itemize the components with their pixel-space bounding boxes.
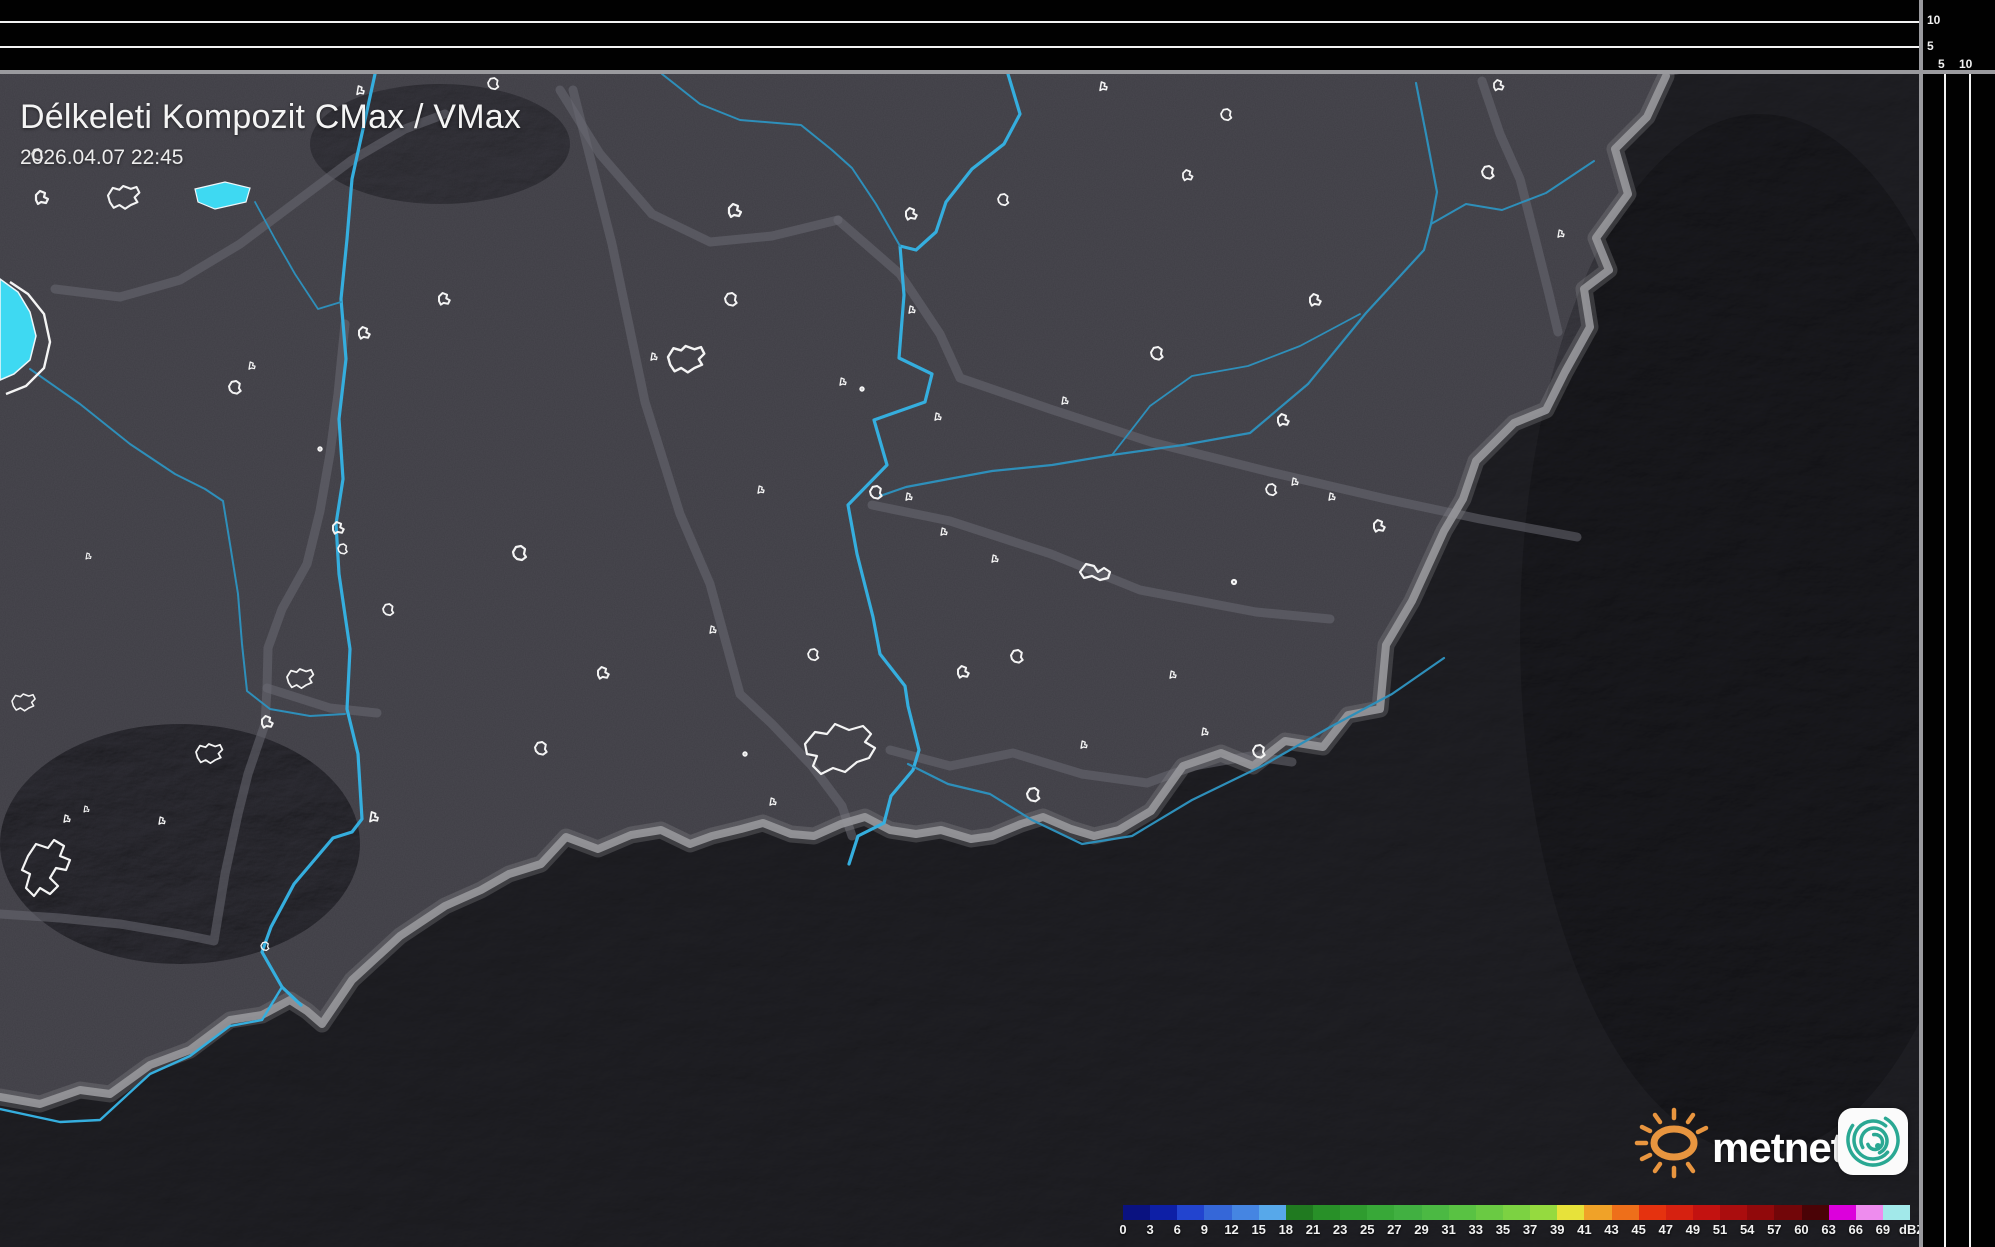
legend-tick-label: 54 <box>1740 1222 1754 1237</box>
legend-segment <box>1639 1205 1666 1220</box>
legend-segment <box>1286 1205 1313 1220</box>
product-title: Délkeleti Kompozit CMax / VMax <box>20 98 521 137</box>
metnet-sun-icon <box>1628 1096 1712 1182</box>
legend-segment <box>1829 1205 1856 1220</box>
legend-tick-label: 27 <box>1387 1222 1401 1237</box>
legend-tick-label: 6 <box>1174 1222 1181 1237</box>
legend-tick-label: 35 <box>1496 1222 1510 1237</box>
legend-segment <box>1313 1205 1340 1220</box>
legend-segment <box>1503 1205 1530 1220</box>
legend-tick-label: 41 <box>1577 1222 1591 1237</box>
base-map <box>0 74 1919 1247</box>
legend-tick-label: 0 <box>1119 1222 1126 1237</box>
legend-tick-label: 31 <box>1441 1222 1455 1237</box>
legend-tick-label: 25 <box>1360 1222 1374 1237</box>
legend-segment <box>1476 1205 1503 1220</box>
hungaromet-logo-badge <box>1838 1108 1908 1175</box>
radar-composite-viewer: 10 5 5 10 <box>0 0 1995 1247</box>
legend-tick-label: 51 <box>1713 1222 1727 1237</box>
legend-segment <box>1802 1205 1829 1220</box>
metnet-wordmark: metnet <box>1712 1124 1844 1172</box>
legend-tick-label: 45 <box>1631 1222 1645 1237</box>
right-axis-label-10: 10 <box>1959 58 1972 70</box>
top-panel-gridline-5km <box>0 46 1919 48</box>
legend-segment <box>1340 1205 1367 1220</box>
timestamp: 2026.04.07 22:45 <box>20 146 521 170</box>
top-panel-gridline-10km <box>0 21 1919 23</box>
legend-tick-label: 69 <box>1876 1222 1890 1237</box>
legend-segment <box>1367 1205 1394 1220</box>
legend-segment <box>1259 1205 1286 1220</box>
legend-tick-label: 47 <box>1659 1222 1673 1237</box>
legend-segment <box>1856 1205 1883 1220</box>
legend-segment <box>1666 1205 1693 1220</box>
legend-tick-label: 63 <box>1821 1222 1835 1237</box>
legend-labels: 0369121518212325272931333537394143454749… <box>1123 1222 1915 1238</box>
vmax-top-panel <box>0 0 1919 70</box>
legend-tick-label: 37 <box>1523 1222 1537 1237</box>
legend-tick-label: 49 <box>1686 1222 1700 1237</box>
side-panel-gridline-5km <box>1944 74 1946 1247</box>
legend-segment <box>1693 1205 1720 1220</box>
map-header: Délkeleti Kompozit CMax / VMax 2026.04.0… <box>20 98 521 170</box>
legend-segment <box>1557 1205 1584 1220</box>
right-axis-label-5: 5 <box>1938 58 1945 70</box>
panel-divider-vertical <box>1919 0 1923 1247</box>
legend-tick-label: 9 <box>1201 1222 1208 1237</box>
radar-map: Délkeleti Kompozit CMax / VMax 2026.04.0… <box>0 74 1919 1247</box>
legend-tick-label: 21 <box>1306 1222 1320 1237</box>
legend-tick-label: 18 <box>1279 1222 1293 1237</box>
legend-tick-label: 57 <box>1767 1222 1781 1237</box>
legend-segment <box>1774 1205 1801 1220</box>
legend-tick-label: 29 <box>1414 1222 1428 1237</box>
legend-segment <box>1150 1205 1177 1220</box>
legend-bar <box>1123 1205 1910 1220</box>
legend-tick-label: 39 <box>1550 1222 1564 1237</box>
legend-segment <box>1883 1205 1910 1220</box>
legend-tick-label: 43 <box>1604 1222 1618 1237</box>
legend-segment <box>1123 1205 1150 1220</box>
legend-tick-label: 12 <box>1224 1222 1238 1237</box>
legend-segment <box>1584 1205 1611 1220</box>
branding: metnet <box>1628 1096 1918 1186</box>
legend-segment <box>1612 1205 1639 1220</box>
legend-segment <box>1747 1205 1774 1220</box>
legend-tick-label: 23 <box>1333 1222 1347 1237</box>
legend-segment <box>1530 1205 1557 1220</box>
spiral-icon <box>1838 1108 1908 1175</box>
legend-segment <box>1177 1205 1204 1220</box>
legend-unit-label: dBZ <box>1899 1222 1919 1237</box>
legend-segment <box>1204 1205 1231 1220</box>
legend-tick-label: 15 <box>1251 1222 1265 1237</box>
southern-hills-texture <box>0 724 360 964</box>
legend-segment <box>1422 1205 1449 1220</box>
top-axis-label-5: 5 <box>1927 40 1934 52</box>
legend-segment <box>1720 1205 1747 1220</box>
legend-segment <box>1232 1205 1259 1220</box>
legend-segment <box>1394 1205 1421 1220</box>
legend-tick-label: 66 <box>1848 1222 1862 1237</box>
legend-segment <box>1449 1205 1476 1220</box>
legend-tick-label: 60 <box>1794 1222 1808 1237</box>
top-axis-label-10: 10 <box>1927 14 1940 26</box>
legend-tick-label: 3 <box>1147 1222 1154 1237</box>
dbz-legend: 0369121518212325272931333537394143454749… <box>1123 1205 1915 1245</box>
vmax-side-panel <box>1923 0 1995 1247</box>
side-panel-gridline-10km <box>1969 74 1971 1247</box>
legend-tick-label: 33 <box>1469 1222 1483 1237</box>
